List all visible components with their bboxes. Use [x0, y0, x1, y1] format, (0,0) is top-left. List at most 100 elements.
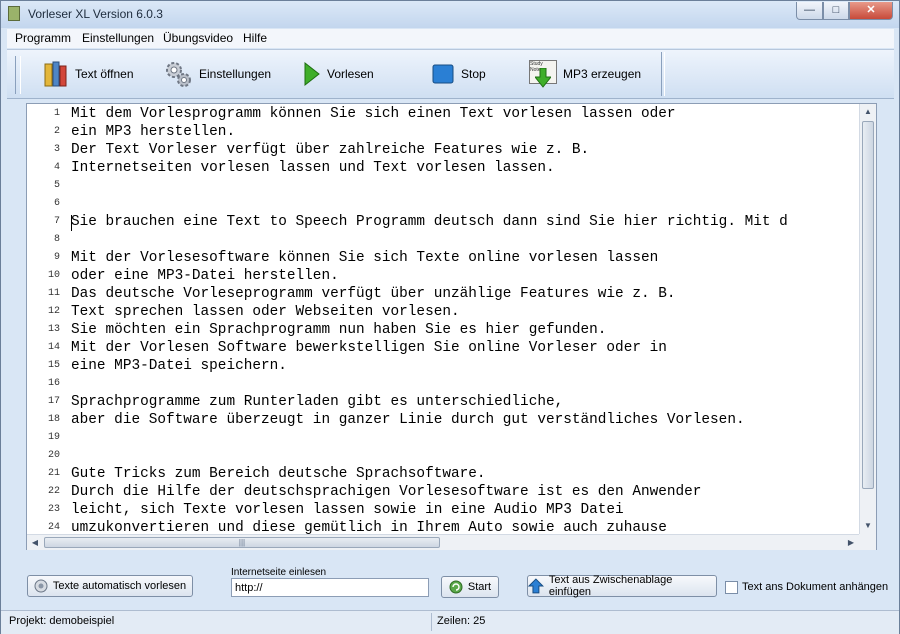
- text-editor[interactable]: 1 2 3 4 5 6 7 8 9 10 11 12 13 14 15 16 17 18 19 20 21 22 23 24 …: [26, 103, 877, 550]
- line-number: 24: [47, 522, 60, 533]
- line-number: 11: [47, 288, 60, 299]
- paste-clipboard-button[interactable]: Text aus Zwischenablage einfügen: [527, 574, 717, 598]
- line-number: 10: [47, 270, 60, 281]
- create-mp3-label: MP3 erzeugen: [563, 67, 642, 81]
- read-aloud-button[interactable]: Vorlesen: [303, 58, 374, 90]
- menu-einstellungen[interactable]: Einstellungen: [82, 31, 154, 45]
- line-number-gutter: 1 2 3 4 5 6 7 8 9 10 11 12 13 14 15 16 17 18 19 20 21 22 23 24: [27, 104, 64, 534]
- text-line: oder eine MP3-Datei herstellen.: [71, 268, 339, 284]
- line-number: 21: [47, 468, 60, 479]
- toolbar: Text öffnen Einstellungen Vorlesen Stop: [7, 49, 894, 99]
- start-label: Start: [467, 581, 492, 593]
- scroll-right-icon[interactable]: ▶: [843, 535, 859, 551]
- stop-label: Stop: [461, 67, 486, 81]
- bottom-panel: Texte automatisch vorlesen Internetseite…: [7, 561, 894, 607]
- gears-icon: [166, 62, 191, 87]
- text-line: Gute Tricks zum Bereich deutsche Sprachs…: [71, 466, 486, 482]
- line-number: 6: [53, 198, 60, 209]
- text-line: ein MP3 herstellen.: [71, 124, 236, 140]
- status-lines: Zeilen: 25: [437, 615, 486, 627]
- line-number: 17: [47, 396, 60, 407]
- line-number: 22: [47, 486, 60, 497]
- app-icon: [8, 6, 20, 21]
- close-button[interactable]: ✕: [849, 2, 893, 20]
- minimize-button[interactable]: —: [796, 2, 823, 20]
- start-button[interactable]: Start: [441, 576, 499, 598]
- menu-programm[interactable]: Programm: [15, 31, 71, 45]
- text-line: Text sprechen lassen oder Webseiten vorl…: [71, 304, 460, 320]
- text-line: Internetseiten vorlesen lassen und Text …: [71, 160, 555, 176]
- line-number: 15: [47, 360, 60, 371]
- refresh-icon: [449, 580, 463, 594]
- line-number: 4: [53, 162, 60, 173]
- auto-read-button[interactable]: Texte automatisch vorlesen: [27, 575, 193, 597]
- menu-bar: Programm Einstellungen Übungsvideo Hilfe: [7, 29, 894, 48]
- line-number: 8: [53, 234, 60, 245]
- settings-button[interactable]: Einstellungen: [163, 58, 271, 90]
- scroll-down-icon[interactable]: ▼: [860, 518, 876, 534]
- title-bar: Vorleser XL Version 6.0.3 — □ ✕: [1, 1, 899, 28]
- line-number: 9: [53, 252, 60, 263]
- auto-read-label: Texte automatisch vorlesen: [52, 580, 187, 592]
- stop-icon: [432, 64, 454, 84]
- text-line: Mit der Vorlesesoftware können Sie sich …: [71, 250, 659, 266]
- line-number: 12: [47, 306, 60, 317]
- line-number: 1: [53, 108, 60, 119]
- settings-label: Einstellungen: [199, 67, 272, 81]
- editor-text-area[interactable]: Mit dem Vorlesprogramm können Sie sich e…: [71, 104, 859, 534]
- status-separator: [431, 613, 432, 631]
- line-number: 13: [47, 324, 60, 335]
- menu-uebungsvideo[interactable]: Übungsvideo: [163, 31, 233, 45]
- text-line: Das deutsche Vorleseprogramm verfügt übe…: [71, 286, 676, 302]
- app-window: Vorleser XL Version 6.0.3 — □ ✕ Programm…: [0, 0, 900, 634]
- stop-button[interactable]: Stop: [431, 58, 486, 90]
- line-number: 20: [47, 450, 60, 461]
- download-arrow-icon: [535, 68, 551, 88]
- line-number: 16: [47, 378, 60, 389]
- text-line: Mit dem Vorlesprogramm können Sie sich e…: [71, 106, 676, 122]
- toolbar-grip[interactable]: [15, 56, 21, 94]
- line-number: 19: [47, 432, 60, 443]
- horizontal-scrollbar[interactable]: ◀ ||| ▶: [27, 534, 859, 550]
- text-line: leicht, sich Texte vorlesen lassen sowie…: [71, 502, 624, 518]
- line-number: 7: [53, 216, 60, 227]
- scrollbar-corner: [859, 534, 876, 550]
- text-line: Sprachprogramme zum Runterladen gibt es …: [71, 394, 564, 410]
- window-title: Vorleser XL Version 6.0.3: [28, 7, 163, 21]
- horizontal-scroll-thumb[interactable]: |||: [44, 537, 440, 548]
- open-text-button[interactable]: Text öffnen: [43, 58, 134, 90]
- text-cursor: [71, 215, 72, 231]
- maximize-button[interactable]: □: [823, 2, 849, 20]
- text-line: Durch die Hilfe der deutschsprachigen Vo…: [71, 484, 702, 500]
- create-mp3-button[interactable]: Study Notes MP3 erzeugen: [529, 58, 641, 90]
- paste-clipboard-label: Text aus Zwischenablage einfügen: [548, 574, 673, 598]
- up-arrow-icon: [528, 578, 544, 594]
- status-bar: Projekt: demobeispiel Zeilen: 25: [1, 610, 899, 634]
- text-line: umzukonvertieren und diese gemütlich in …: [71, 520, 667, 534]
- speaker-icon: [34, 579, 48, 593]
- line-number: 2: [53, 126, 60, 137]
- append-checkbox[interactable]: [725, 581, 738, 594]
- url-input[interactable]: [231, 578, 429, 597]
- mp3-notes-icon: Study Notes: [529, 60, 557, 88]
- vertical-scroll-thumb[interactable]: [862, 121, 874, 489]
- text-line: eine MP3-Datei speichern.: [71, 358, 287, 374]
- scroll-up-icon[interactable]: ▲: [860, 104, 876, 120]
- url-label: Internetseite einlesen: [231, 567, 327, 578]
- line-number: 3: [53, 144, 60, 155]
- menu-hilfe[interactable]: Hilfe: [243, 31, 267, 45]
- text-line: Sie möchten ein Sprachprogramm nun haben…: [71, 322, 607, 338]
- toolbar-separator: [661, 52, 665, 96]
- text-line: Der Text Vorleser verfügt über zahlreich…: [71, 142, 590, 158]
- line-number: 14: [47, 342, 60, 353]
- scroll-left-icon[interactable]: ◀: [27, 535, 43, 551]
- status-project: Projekt: demobeispiel: [9, 615, 115, 627]
- text-line: Sie brauchen eine Text to Speech Program…: [71, 214, 788, 230]
- books-icon: [44, 61, 67, 87]
- read-aloud-label: Vorlesen: [327, 67, 374, 81]
- play-icon: [304, 61, 320, 87]
- vertical-scrollbar[interactable]: ▲ ▼: [859, 104, 876, 534]
- text-line: Mit der Vorlesen Software bewerkstellige…: [71, 340, 667, 356]
- append-label: Text ans Dokument anhängen: [742, 581, 889, 593]
- line-number: 23: [47, 504, 60, 515]
